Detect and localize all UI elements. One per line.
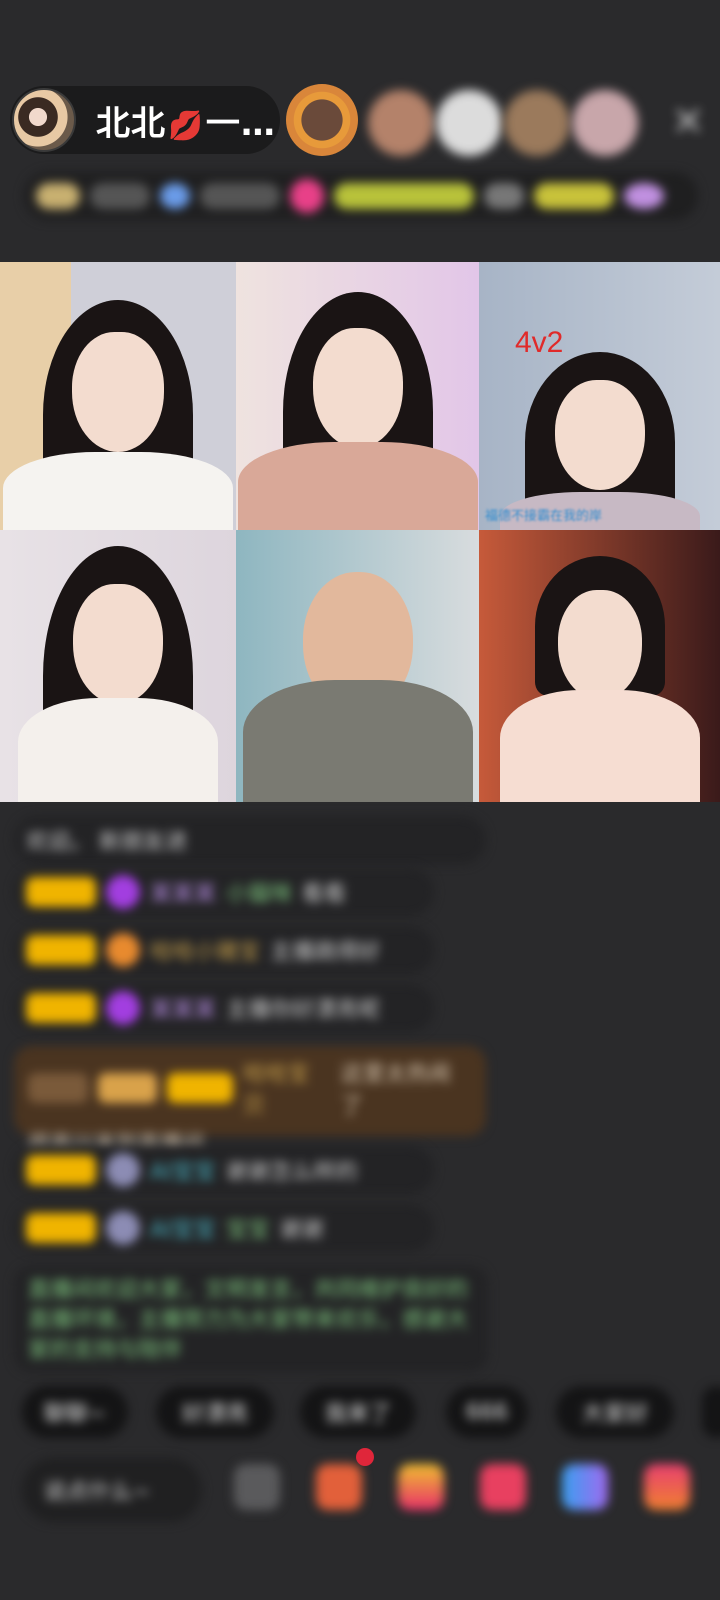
more-icon[interactable] — [644, 1464, 690, 1510]
level-badge — [26, 1155, 96, 1185]
close-icon[interactable]: ✕ — [668, 102, 708, 142]
video-tile[interactable] — [236, 530, 479, 802]
level-badge — [26, 935, 96, 965]
host-name: 北北💋一… — [96, 103, 276, 144]
chat-message[interactable]: 某某某 主播你好漂亮呢 — [14, 984, 434, 1032]
viewer-avatar[interactable] — [572, 90, 638, 156]
chat-message[interactable]: 某某某 小猫咪 看看 — [14, 868, 434, 916]
quick-reply-chip[interactable] — [702, 1386, 720, 1438]
level-badge — [97, 1073, 158, 1103]
viewer-avatar[interactable] — [286, 84, 358, 156]
level-badge — [26, 877, 96, 907]
heart-gift-icon[interactable] — [480, 1464, 526, 1510]
fan-badge — [28, 1073, 88, 1103]
system-notice: 直播间欢迎大家，文明发言，共同维护良好的直播环境，主播努力为大家带来欢乐，感谢大… — [14, 1266, 488, 1372]
chat-message[interactable]: 哈哈小猪宝 主播跳得好 — [14, 926, 434, 974]
tile-caption: 福德不接霸在我的岸 — [485, 509, 603, 524]
video-tile[interactable] — [236, 262, 479, 530]
gem-icon — [106, 875, 140, 909]
level-badge — [26, 1213, 96, 1243]
emoji-icon[interactable] — [234, 1464, 280, 1510]
gem-icon — [106, 933, 140, 967]
chat-message[interactable]: 欢迎。 新朋友进 — [14, 816, 486, 864]
video-tile[interactable] — [0, 530, 236, 802]
viewer-avatar[interactable] — [436, 90, 502, 156]
kiss-icon: 💋 — [168, 108, 204, 142]
level-badge — [26, 993, 96, 1023]
host-avatar[interactable] — [12, 88, 76, 152]
quick-reply-chip[interactable]: 好漂亮 — [156, 1386, 274, 1438]
gift-icon[interactable] — [398, 1464, 444, 1510]
room-info-bar[interactable] — [24, 172, 698, 220]
chat-message-highlight[interactable]: 哈哈宝贝 这里太热闹了 很高兴来到直播间 — [14, 1046, 486, 1157]
host-info-pill[interactable]: 北北💋一… — [10, 86, 280, 154]
battle-label: 4v2 — [515, 326, 564, 359]
comment-input[interactable]: 说点什么~ — [22, 1458, 202, 1522]
gem-icon — [106, 1211, 140, 1245]
chat-message[interactable]: AI宝宝 谢谢怎么样的 — [14, 1146, 434, 1194]
video-tile[interactable] — [479, 530, 720, 802]
notification-dot — [356, 1448, 374, 1466]
gem-icon — [106, 1153, 140, 1187]
video-tile[interactable]: 4v2 福德不接霸在我的岸 — [479, 262, 720, 530]
video-tile[interactable] — [0, 262, 236, 530]
viewer-avatar[interactable] — [368, 90, 434, 156]
video-grid: 4v2 福德不接霸在我的岸 — [0, 262, 720, 802]
gem-icon — [106, 991, 140, 1025]
quick-reply-chip[interactable]: 我来了 — [300, 1386, 416, 1438]
level-badge — [167, 1073, 234, 1103]
quick-reply-chip[interactable]: 大家好 — [556, 1386, 674, 1438]
chat-message[interactable]: AI宝宝 宝宝 谢谢 — [14, 1204, 434, 1252]
gift-box-icon[interactable] — [316, 1464, 362, 1510]
quick-reply-chip[interactable]: 666 — [446, 1386, 528, 1438]
game-icon[interactable] — [562, 1464, 608, 1510]
viewer-avatar[interactable] — [504, 90, 570, 156]
quick-reply-chip[interactable]: 聊聊~ — [22, 1386, 128, 1438]
